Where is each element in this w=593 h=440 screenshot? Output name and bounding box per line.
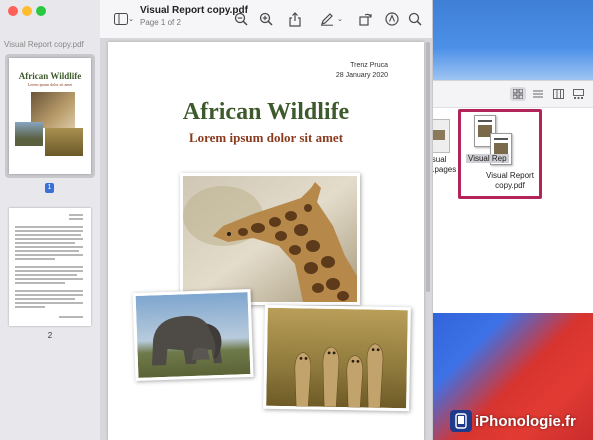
thumbnail-sidebar: Visual Report copy.pdf African Wildlife … [0,0,101,440]
pages-file-icon[interactable] [430,119,450,153]
thumbnail-title: African Wildlife [18,71,82,81]
thumbnail-meerkat-photo [45,128,83,156]
zoom-out-button[interactable] [232,11,250,27]
document-title: African Wildlife [182,99,350,125]
document-page-1: Trenz Pruca 28 January 2020 African Wild… [108,42,424,440]
search-icon [408,12,422,26]
elephant-photo [132,288,254,382]
markup-pen-icon [321,13,333,26]
vertical-scrollbar[interactable] [426,42,430,292]
meerkat-photo [263,304,411,412]
finder-toolbar [430,81,593,108]
grid-icon [513,89,523,99]
share-icon [289,11,301,27]
sidebar-menu-chevron-icon[interactable]: ⌄ [127,11,135,27]
document-author: Trenz Pruca [350,62,388,69]
annotate-icon [385,12,399,26]
thumbnail-page-number-1: 1 [45,183,54,193]
columns-icon [552,89,564,99]
column-view-button[interactable] [550,87,566,101]
list-view-button[interactable] [530,87,546,101]
thumbnail-page-1[interactable]: African Wildlife Lorem ipsum dolor sit a… [9,58,91,174]
zoom-out-icon [234,12,248,26]
close-button[interactable] [8,6,18,16]
markup-button[interactable] [318,11,336,27]
icon-view-button[interactable] [510,87,526,101]
thumbnail-elephant-photo [15,122,43,146]
pdf-file-label[interactable]: Visual Report copy.pdf [484,171,536,191]
pages-file-label[interactable]: isual t.pages [430,155,456,175]
sidebar-toggle-icon [114,13,128,25]
watermark: iPhonologie.fr [450,410,576,432]
gallery-view-button[interactable] [570,87,586,101]
giraffe-photo [180,173,360,305]
markup-menu-chevron-icon[interactable]: ⌄ [336,11,344,27]
rotate-icon [359,13,372,26]
sidebar-document-heading: Visual Report copy.pdf [4,40,84,49]
document-date: 28 January 2020 [335,72,388,79]
finder-window: isual t.pages Visual Rep Visual Report c… [430,80,593,313]
zoom-in-button[interactable] [257,11,275,27]
thumbnail-page-2[interactable] [9,208,91,326]
preview-window: Visual Report copy.pdf African Wildlife … [0,0,433,440]
search-button[interactable] [406,11,424,27]
thumbnail-subtitle: Lorem ipsum dolor sit amet [27,82,73,87]
share-button[interactable] [286,11,304,27]
list-icon [533,90,543,98]
annotate-button[interactable] [383,11,401,27]
desktop-wallpaper-top [430,0,593,80]
minimize-button[interactable] [22,6,32,16]
watermark-logo-icon [450,410,472,432]
drag-label: Visual Rep [466,154,509,163]
thumbnail-page-number-2: 2 [47,331,53,340]
preview-toolbar: ⌄ Visual Report copy.pdf Page 1 of 2 ⌄ [100,0,432,39]
zoom-in-icon [259,12,273,26]
rotate-button[interactable] [357,11,375,27]
document-view[interactable]: Trenz Pruca 28 January 2020 African Wild… [100,38,432,440]
gallery-icon [572,89,584,99]
page-count: Page 1 of 2 [140,18,181,27]
zoom-button[interactable] [36,6,46,16]
watermark-text: iPhonologie.fr [475,412,576,430]
document-subtitle: Lorem ipsum dolor sit amet [188,130,344,145]
